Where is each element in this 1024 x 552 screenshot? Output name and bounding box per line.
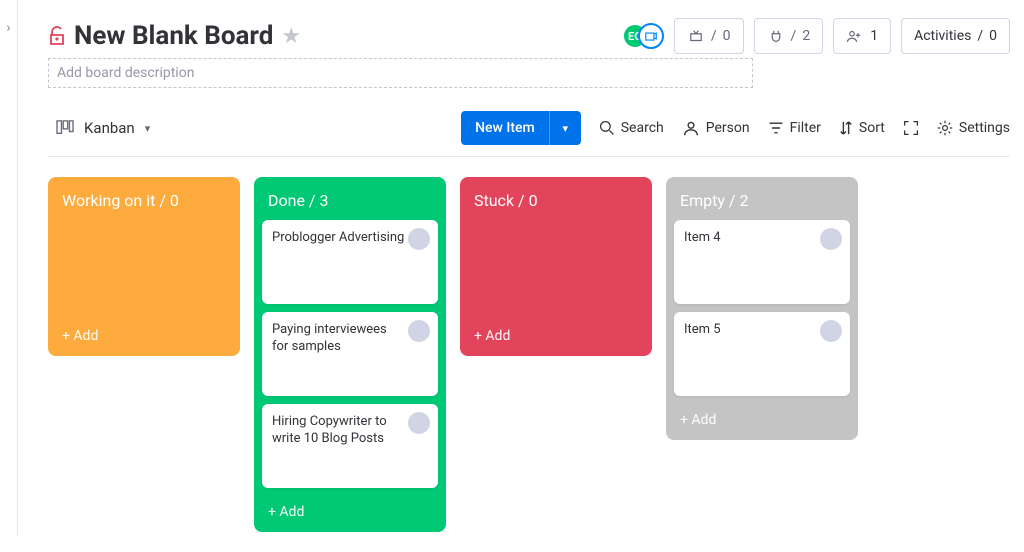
people-icon xyxy=(846,28,864,44)
slash-sep: / xyxy=(729,191,740,210)
slash-sep: / xyxy=(518,191,529,210)
title-right: EO / 0 / 2 xyxy=(622,18,1010,54)
column-empty[interactable]: Empty / 2 Item 4 Item 5 + Add xyxy=(666,177,858,440)
activities-count: 0 xyxy=(989,28,997,44)
board-description-input[interactable]: Add board description xyxy=(48,58,753,88)
column-working-on-it[interactable]: Working on it / 0 + Add xyxy=(48,177,240,356)
settings-button[interactable]: Settings xyxy=(937,120,1010,136)
slash-sep: / xyxy=(711,28,717,44)
filter-button[interactable]: Filter xyxy=(768,120,821,136)
column-title: Stuck xyxy=(474,191,514,210)
card-title: Problogger Advertising xyxy=(272,230,404,245)
sort-button[interactable]: Sort xyxy=(839,120,885,136)
column-count: 2 xyxy=(739,191,748,210)
kanban-board: Working on it / 0 + Add Done / 3 Problog… xyxy=(48,177,1010,552)
column-empty-space xyxy=(468,220,644,320)
filter-label: Filter xyxy=(790,120,821,136)
column-header[interactable]: Empty / 2 xyxy=(674,185,850,220)
fullscreen-button[interactable] xyxy=(903,120,919,136)
title-row: New Blank Board ★ EO / 0 / xyxy=(48,18,1010,54)
kanban-card[interactable]: Paying interviewees for samples xyxy=(262,312,438,396)
collaborators-extra-icon xyxy=(638,23,664,49)
column-header[interactable]: Stuck / 0 xyxy=(468,185,644,220)
person-icon xyxy=(682,119,700,137)
sidebar-expand-handle[interactable]: › xyxy=(0,0,18,537)
members-count: 1 xyxy=(870,28,878,44)
column-stuck[interactable]: Stuck / 0 + Add xyxy=(460,177,652,356)
column-header[interactable]: Working on it / 0 xyxy=(56,185,232,220)
kanban-card[interactable]: Item 4 xyxy=(674,220,850,304)
automations-count: 0 xyxy=(723,28,731,44)
toolbar-right: New Item ▾ Search Person Filter xyxy=(461,111,1010,145)
automations-pill[interactable]: / 0 xyxy=(674,18,744,54)
search-button[interactable]: Search xyxy=(599,120,664,136)
board-toolbar: Kanban ▾ New Item ▾ Search Person xyxy=(48,110,1010,157)
kanban-card[interactable]: Item 5 xyxy=(674,312,850,396)
slash-sep: / xyxy=(977,28,983,44)
board-title[interactable]: New Blank Board xyxy=(74,21,273,51)
card-owner-avatar[interactable] xyxy=(408,228,430,250)
settings-label: Settings xyxy=(959,120,1010,136)
sort-label: Sort xyxy=(859,120,885,136)
new-item-label: New Item xyxy=(461,120,549,136)
view-name: Kanban xyxy=(84,119,135,137)
card-owner-avatar[interactable] xyxy=(820,320,842,342)
slash-sep: / xyxy=(309,191,320,210)
robot-icon xyxy=(687,28,705,44)
sort-icon xyxy=(839,120,853,136)
card-owner-avatar[interactable] xyxy=(408,412,430,434)
person-filter-button[interactable]: Person xyxy=(682,119,750,137)
activities-label: Activities xyxy=(914,28,971,44)
column-title: Done xyxy=(268,191,305,210)
column-count: 0 xyxy=(170,191,179,210)
chevron-down-icon: ▾ xyxy=(145,122,151,135)
person-label: Person xyxy=(706,120,750,136)
favorite-star-icon[interactable]: ★ xyxy=(281,24,301,49)
plug-icon xyxy=(767,28,785,44)
view-switcher[interactable]: Kanban ▾ xyxy=(48,110,158,146)
integrations-count: 2 xyxy=(802,28,810,44)
card-title: Item 5 xyxy=(684,322,721,337)
card-title: Paying interviewees for samples xyxy=(272,322,387,354)
slash-sep: / xyxy=(791,28,797,44)
toolbar-left: Kanban ▾ xyxy=(48,110,158,146)
column-count: 3 xyxy=(320,191,329,210)
activities-pill[interactable]: Activities / 0 xyxy=(901,18,1010,54)
lock-icon[interactable] xyxy=(48,26,66,46)
members-pill[interactable]: 1 xyxy=(833,18,891,54)
card-title: Hiring Copywriter to write 10 Blog Posts xyxy=(272,414,387,446)
integrations-pill[interactable]: / 2 xyxy=(754,18,824,54)
column-header[interactable]: Done / 3 xyxy=(262,185,438,220)
add-card-button[interactable]: + Add xyxy=(468,320,644,348)
column-title: Working on it xyxy=(62,191,155,210)
chevron-right-icon: › xyxy=(6,20,10,36)
card-title: Item 4 xyxy=(684,230,721,245)
fullscreen-icon xyxy=(903,120,919,136)
add-card-button[interactable]: + Add xyxy=(262,496,438,524)
new-item-button[interactable]: New Item ▾ xyxy=(461,111,581,145)
column-title: Empty xyxy=(680,191,725,210)
board-collaborators[interactable]: EO xyxy=(622,23,664,49)
kanban-card[interactable]: Hiring Copywriter to write 10 Blog Posts xyxy=(262,404,438,488)
card-owner-avatar[interactable] xyxy=(820,228,842,250)
add-card-button[interactable]: + Add xyxy=(674,404,850,432)
card-owner-avatar[interactable] xyxy=(408,320,430,342)
column-count: 0 xyxy=(529,191,538,210)
new-item-dropdown[interactable]: ▾ xyxy=(549,111,581,145)
kanban-view-icon xyxy=(56,120,74,136)
column-empty-space xyxy=(56,220,232,320)
gear-icon xyxy=(937,120,953,136)
filter-icon xyxy=(768,121,784,135)
title-left: New Blank Board ★ xyxy=(48,21,301,51)
page-root: New Blank Board ★ EO / 0 / xyxy=(18,0,1024,552)
add-card-button[interactable]: + Add xyxy=(56,320,232,348)
kanban-card[interactable]: Problogger Advertising xyxy=(262,220,438,304)
search-icon xyxy=(599,120,615,136)
search-label: Search xyxy=(621,120,664,136)
slash-sep: / xyxy=(159,191,170,210)
column-done[interactable]: Done / 3 Problogger Advertising Paying i… xyxy=(254,177,446,532)
